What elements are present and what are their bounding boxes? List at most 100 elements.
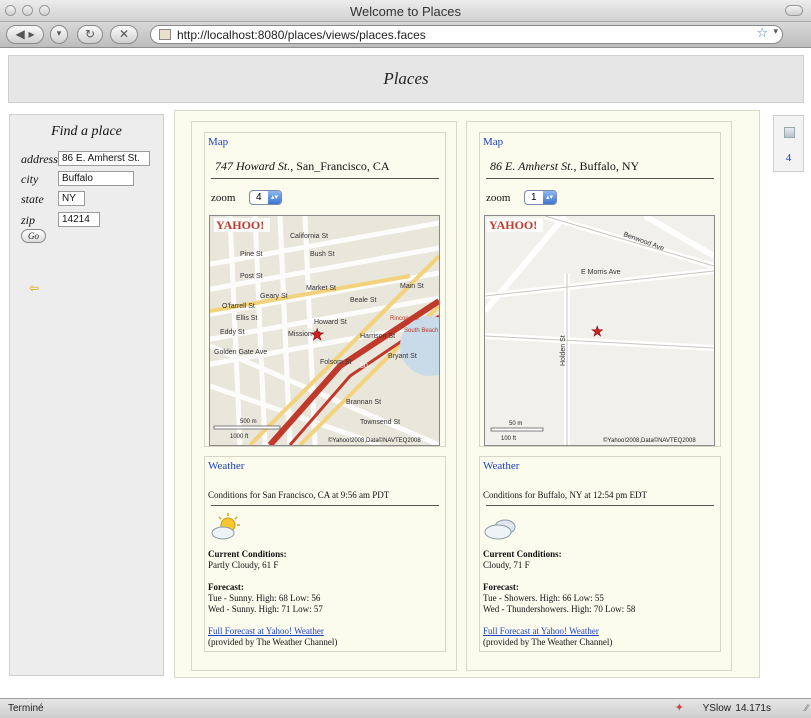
address-field[interactable]: 86 E. Amherst St. (58, 151, 150, 166)
scale-feet: 1000 ft (230, 434, 249, 440)
window-title: Welcome to Places (349, 4, 462, 19)
zoom-label: zoom (211, 192, 236, 204)
map-graphic: YAHOO! California St Pine St Bush St Pos… (210, 216, 439, 445)
reload-icon: ↻ (84, 27, 96, 41)
places-content: Map 747 Howard St., San_Francisco, CA zo… (174, 110, 760, 678)
divider (486, 178, 714, 179)
street-label: Rincon Hill (390, 316, 419, 322)
conditions-line: Conditions for Buffalo, NY at 12:54 pm E… (483, 490, 647, 500)
city-field[interactable]: Buffalo (58, 171, 134, 186)
divider (211, 505, 439, 506)
browser-toolbar: ◀ ▸ ▾ ↻ ✕ http://localhost:8080/places/v… (0, 22, 811, 48)
resize-grip-icon[interactable]: ⁄⁄ (805, 704, 808, 714)
back-arrow-icon: ◀ ▸ (15, 27, 35, 41)
provided-by: (provided by The Weather Channel) (208, 637, 338, 647)
load-time: 14.171s (735, 703, 771, 714)
full-forecast-link[interactable]: Full Forecast at Yahoo! Weather (208, 626, 324, 636)
location-star-icon: ★ (591, 325, 604, 340)
zip-label: zip (21, 213, 36, 227)
zoom-select[interactable]: 1 ▴▾ (524, 190, 557, 205)
city-state-text: , Buffalo, NY (573, 159, 640, 173)
address-label: address (21, 152, 58, 166)
weather-panel-2: Weather Conditions for Buffalo, NY at 12… (479, 456, 721, 652)
street-label: Ellis St (236, 315, 257, 322)
weather-title[interactable]: Weather (483, 460, 519, 472)
map-image[interactable]: YAHOO! California St Pine St Bush St Pos… (209, 215, 440, 446)
forecast-day: Wed - Thundershowers. High: 70 Low: 58 (483, 604, 636, 614)
zip-field[interactable]: 14214 (58, 212, 100, 227)
forecast-label: Forecast: (483, 582, 519, 592)
zoom-select[interactable]: 4 ▴▾ (249, 190, 282, 205)
divider (211, 178, 439, 179)
history-dropdown-button[interactable]: ▾ (50, 25, 68, 44)
window-titlebar: Welcome to Places (0, 0, 811, 22)
save-icon[interactable] (784, 127, 795, 138)
street-label: Pine St (240, 251, 263, 258)
forecast: Forecast: (208, 582, 244, 593)
street-label: Bryant St (388, 353, 417, 360)
street-label: Main St (400, 283, 424, 290)
forecast-day: Wed - Sunny. High: 71 Low: 57 (208, 604, 323, 614)
toolbar-toggle-button[interactable] (785, 5, 803, 16)
street-text: 747 Howard St. (215, 159, 291, 173)
map-panel-1: Map 747 Howard St., San_Francisco, CA zo… (204, 132, 446, 447)
street-label: E Morris Ave (581, 269, 621, 276)
url-dropdown-icon[interactable]: ▾ (773, 27, 778, 37)
state-field[interactable]: NY (58, 191, 85, 206)
url-bar[interactable]: http://localhost:8080/places/views/place… (150, 25, 783, 44)
street-label: Geary St (260, 293, 288, 300)
street-label: Eddy St (220, 329, 245, 336)
map-panel-2: Map 86 E. Amherst St., Buffalo, NY zoom … (479, 132, 721, 447)
street-text: 86 E. Amherst St. (490, 159, 574, 173)
url-text[interactable]: http://localhost:8080/places/views/place… (177, 28, 426, 42)
forecast-day: Tue - Sunny. High: 68 Low: 56 (208, 593, 321, 603)
partly-cloudy-icon (211, 513, 240, 540)
forecast-day: Tue - Showers. High: 66 Low: 55 (483, 593, 604, 603)
scale-meters: 50 m (509, 421, 522, 427)
provided-by: (provided by The Weather Channel) (483, 637, 613, 647)
street-label: Townsend St (360, 419, 400, 426)
full-forecast-link[interactable]: Full Forecast at Yahoo! Weather (483, 626, 599, 636)
street-label: Holden St (560, 335, 567, 366)
state-label: state (21, 192, 44, 206)
conditions-line: Conditions for San Francisco, CA at 9:56… (208, 490, 390, 500)
zoom-value: 4 (256, 192, 262, 203)
current-value: Cloudy, 71 F (483, 560, 530, 570)
map-brand: YAHOO! (489, 218, 537, 232)
street-label: Beale St (350, 297, 377, 304)
map-brand: YAHOO! (216, 218, 264, 232)
find-place-title: Find a place (51, 124, 122, 139)
bookmark-star-icon[interactable]: ☆ (756, 26, 768, 41)
reload-button[interactable]: ↻ (77, 25, 103, 44)
map-image[interactable]: YAHOO! Benwood Ave E Morris Ave Holden S… (484, 215, 715, 446)
map-title[interactable]: Map (208, 136, 228, 148)
current-label: Current Conditions: (208, 549, 287, 559)
street-label: Market St (306, 285, 336, 292)
street-label: Post St (240, 273, 263, 280)
back-arrow-icon[interactable]: ⇦ (29, 281, 39, 295)
street-label: Bush St (310, 251, 335, 258)
weather-panel-1: Weather Conditions for San Francisco, CA… (204, 456, 446, 652)
current-conditions: Current Conditions: (208, 549, 287, 560)
select-arrows-icon: ▴▾ (543, 191, 556, 204)
street-label: Folsom St (320, 359, 352, 366)
go-button[interactable]: Go (21, 229, 46, 243)
map-graphic: YAHOO! Benwood Ave E Morris Ave Holden S… (485, 216, 714, 445)
street-label: O'farrell St (222, 303, 255, 310)
select-arrows-icon: ▴▾ (268, 191, 281, 204)
map-title[interactable]: Map (483, 136, 503, 148)
find-place-sidebar: Find a place address 86 E. Amherst St. c… (9, 114, 164, 676)
forecast-label: Forecast: (208, 582, 244, 592)
firebug-icon[interactable]: ✦ (675, 701, 684, 714)
favicon-icon (159, 29, 171, 40)
highway-label: 80 (360, 363, 368, 370)
back-button[interactable]: ◀ ▸ (6, 25, 44, 44)
stop-button[interactable]: ✕ (110, 25, 138, 44)
current-conditions: Current Conditions: (483, 549, 562, 560)
place-address: 747 Howard St., San_Francisco, CA (215, 159, 390, 174)
weather-title[interactable]: Weather (208, 460, 244, 472)
saved-count[interactable]: 4 (774, 152, 803, 164)
yslow-label[interactable]: YSlow (703, 703, 731, 714)
status-text: Terminé (8, 703, 44, 714)
street-label: Howard St (314, 319, 347, 326)
